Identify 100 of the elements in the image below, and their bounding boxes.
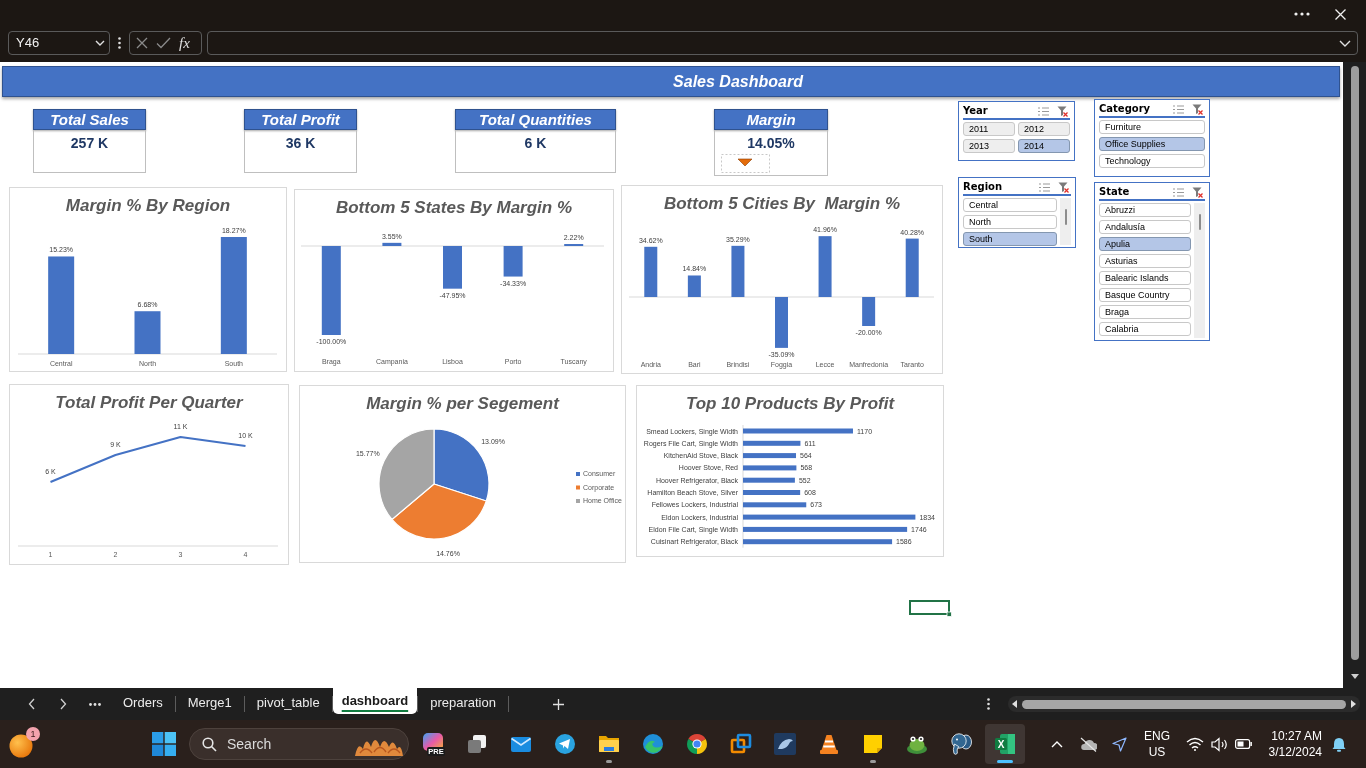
slicer-item[interactable]: Abruzzi [1099,203,1191,217]
scroll-left-arrow-icon[interactable] [1012,700,1017,708]
bar [743,465,797,471]
slicer-item[interactable]: 2014 [1018,139,1070,153]
multi-select-icon[interactable] [1173,104,1184,114]
slicer-item[interactable]: 2011 [963,122,1015,136]
multi-select-icon[interactable] [1173,187,1184,197]
clear-filter-icon[interactable] [1058,181,1069,193]
chart-title: Bottom 5 Cities By Margin % [662,192,902,215]
insert-function-button[interactable]: fx [179,35,190,51]
clock-date[interactable]: 3/12/2024 [1268,744,1322,760]
sun-icon[interactable] [9,734,33,758]
slicer-item[interactable]: Balearic Islands [1099,271,1191,285]
overlapping-frames-icon[interactable] [729,732,753,756]
cloud-off-icon[interactable] [1079,736,1097,752]
slicer-item[interactable]: Asturias [1099,254,1191,268]
more-icon[interactable] [89,702,101,706]
vertical-dots-icon[interactable] [118,37,121,49]
clear-filter-icon[interactable] [1057,105,1068,117]
swirl-icon[interactable] [641,732,665,756]
cancel-icon[interactable] [136,37,148,49]
bar [743,440,801,446]
slicer-item[interactable]: Furniture [1099,120,1205,134]
more-icon[interactable] [1294,12,1310,16]
paper-plane-icon[interactable] [553,732,577,756]
vertical-dots-icon[interactable] [987,698,990,710]
leaf-tile-icon[interactable] [773,732,797,756]
slicer-scrollbar[interactable] [1060,198,1071,245]
kpi-value: 36 K [285,136,316,150]
scrollbar-thumb[interactable] [1022,699,1346,709]
taskbar-app-button[interactable]: X [985,724,1025,764]
bar [382,242,402,246]
scroll-down-arrow-icon[interactable] [1350,674,1359,679]
slicer-item[interactable]: 2012 [1018,122,1070,136]
bell-icon[interactable] [1332,736,1346,752]
slicer-item[interactable]: Apulia [1099,237,1191,251]
start-icon[interactable] [152,732,176,756]
volume-icon[interactable] [1211,736,1228,752]
slicer-item[interactable]: Calabria [1099,322,1191,336]
search-box[interactable]: Search [189,728,409,760]
chart-title: Margin % per Segement [365,392,561,415]
clock-time[interactable]: 10:27 AM [1271,728,1322,744]
slicer-item[interactable]: Office Supplies [1099,137,1205,151]
slicer-item[interactable]: Andalusía [1099,220,1191,234]
slicer-title: Category [1099,104,1152,114]
scrollbar-thumb[interactable] [1198,214,1201,230]
formula-field[interactable] [207,31,1358,55]
slicer-item[interactable]: Braga [1099,305,1191,319]
slicer-item[interactable]: Basque Country [1099,288,1191,302]
scrollbar-thumb[interactable] [1350,66,1359,660]
bar [743,490,801,495]
location-arrow-icon[interactable] [1112,736,1127,752]
close-icon[interactable] [1335,8,1346,20]
notification-badge: 1 [26,727,40,741]
sheet-tab[interactable]: Merge1 [175,688,244,718]
bar [743,453,796,459]
language-code[interactable]: ENG [1144,728,1170,744]
bar [743,502,807,508]
color-wheel-icon[interactable] [685,732,709,756]
sheet-tab[interactable]: dashboard [332,688,418,714]
check-icon[interactable] [156,37,171,49]
right-chevron-icon[interactable] [60,698,67,710]
sheet-tab[interactable]: pivot_table [244,688,332,718]
kpi-value: 6 K [524,136,547,150]
scroll-right-arrow-icon[interactable] [1351,700,1356,708]
chevron-up-icon[interactable] [1051,740,1063,748]
clear-filter-icon[interactable] [1192,103,1203,115]
bar [862,297,876,326]
scrollbar-thumb[interactable] [1064,209,1067,225]
slicer-item[interactable]: North [963,215,1057,229]
kpi-label: Total Sales [33,109,146,130]
slicer-item[interactable]: Central [963,198,1057,212]
horizontal-scrollbar[interactable] [1008,696,1360,712]
slicer-item[interactable]: 2013 [963,139,1015,153]
sheet-tab[interactable]: preparation [418,688,508,718]
add-sheet-icon[interactable] [552,698,564,710]
overlapping-squares-icon[interactable] [465,732,489,756]
wifi-icon[interactable] [1186,737,1204,751]
slicer-scrollbar[interactable] [1194,203,1205,338]
selected-cell-outline [909,600,952,617]
sheet-tab[interactable]: Orders [111,688,175,718]
bar [644,246,658,297]
slicer-item[interactable]: Technology [1099,154,1205,168]
left-chevron-icon[interactable] [28,698,35,710]
multi-select-icon[interactable] [1038,106,1049,116]
sticky-note-icon[interactable] [861,732,885,756]
elephant-head-icon[interactable] [949,732,973,756]
chart-title: Margin % By Region [64,194,232,217]
clear-filter-icon[interactable] [1192,186,1203,198]
bar [731,245,745,297]
search-icon[interactable] [202,736,217,752]
battery-icon[interactable] [1235,739,1252,749]
region-code[interactable]: US [1148,744,1166,760]
name-box-field[interactable]: Y46 [8,31,110,55]
multi-select-icon[interactable] [1039,182,1050,192]
traffic-cone-icon[interactable] [817,732,841,756]
slicer-item[interactable]: South [963,232,1057,246]
caret-down-icon[interactable] [1339,39,1351,47]
chart-title: Top 10 Products By Profit [684,392,896,415]
caret-down-icon[interactable] [95,40,105,46]
